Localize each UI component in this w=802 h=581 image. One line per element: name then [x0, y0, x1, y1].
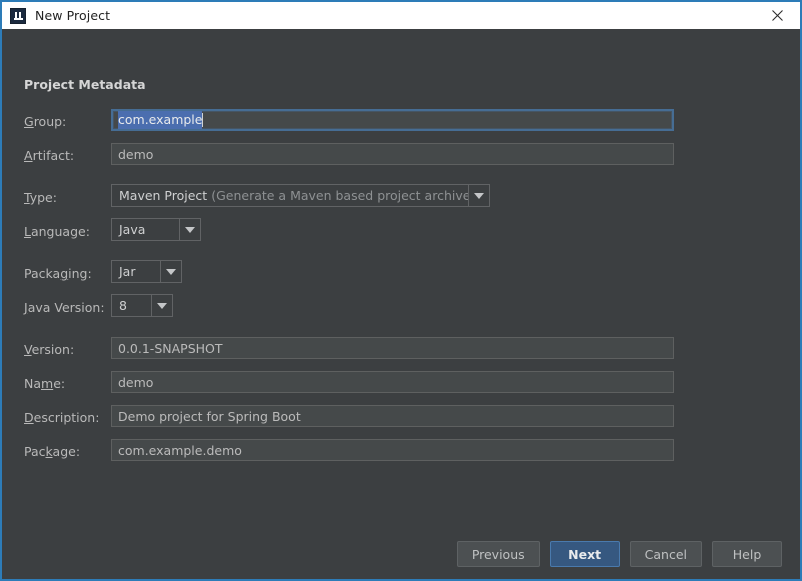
text-caret	[202, 113, 203, 127]
dialog-button-bar: Previous Next Cancel Help	[457, 541, 782, 567]
cancel-button[interactable]: Cancel	[630, 541, 702, 567]
version-input[interactable]: 0.0.1-SNAPSHOT	[111, 337, 674, 359]
intellij-idea-icon	[10, 8, 26, 24]
chevron-down-icon[interactable]	[468, 184, 490, 207]
packaging-combobox[interactable]: Jar	[111, 260, 182, 283]
language-combobox-value: Java	[111, 218, 179, 241]
label-language: Language:	[24, 224, 90, 239]
label-package: Package:	[24, 444, 80, 459]
chevron-down-icon[interactable]	[160, 260, 182, 283]
dialog-content: Project Metadata Group: com.example Arti…	[2, 29, 800, 579]
package-input[interactable]: com.example.demo	[111, 439, 674, 461]
type-value-main: Maven Project	[119, 188, 207, 203]
label-java-version: Java Version:	[24, 300, 105, 315]
label-packaging: Packaging:	[24, 266, 92, 281]
section-title-project-metadata: Project Metadata	[24, 77, 146, 92]
description-input[interactable]: Demo project for Spring Boot	[111, 405, 674, 427]
label-artifact: Artifact:	[24, 148, 74, 163]
next-button[interactable]: Next	[550, 541, 620, 567]
previous-button[interactable]: Previous	[457, 541, 540, 567]
name-input-value: demo	[118, 375, 153, 390]
label-type: Type:	[24, 190, 57, 205]
name-input[interactable]: demo	[111, 371, 674, 393]
new-project-dialog: New Project Project Metadata Group: com.…	[0, 0, 802, 581]
label-version: Version:	[24, 342, 74, 357]
group-input-value: com.example	[118, 111, 202, 129]
version-input-value: 0.0.1-SNAPSHOT	[118, 341, 223, 356]
description-input-value: Demo project for Spring Boot	[118, 409, 301, 424]
chevron-down-icon[interactable]	[151, 294, 173, 317]
dialog-title-bar: New Project	[2, 2, 800, 29]
type-combobox[interactable]: Maven Project (Generate a Maven based pr…	[111, 184, 490, 207]
label-description: Description:	[24, 410, 99, 425]
type-combobox-value: Maven Project (Generate a Maven based pr…	[111, 184, 468, 207]
java-version-combobox-value: 8	[111, 294, 151, 317]
group-input[interactable]: com.example	[111, 109, 674, 131]
language-combobox[interactable]: Java	[111, 218, 201, 241]
label-group: Group:	[24, 114, 66, 129]
java-version-combobox[interactable]: 8	[111, 294, 173, 317]
label-name: Name:	[24, 376, 65, 391]
artifact-input[interactable]: demo	[111, 143, 674, 165]
help-button[interactable]: Help	[712, 541, 782, 567]
packaging-combobox-value: Jar	[111, 260, 160, 283]
close-icon[interactable]	[754, 2, 800, 29]
artifact-input-value: demo	[118, 147, 153, 162]
dialog-title: New Project	[35, 8, 110, 23]
type-value-hint: (Generate a Maven based project archive)	[211, 188, 468, 203]
package-input-value: com.example.demo	[118, 443, 242, 458]
chevron-down-icon[interactable]	[179, 218, 201, 241]
